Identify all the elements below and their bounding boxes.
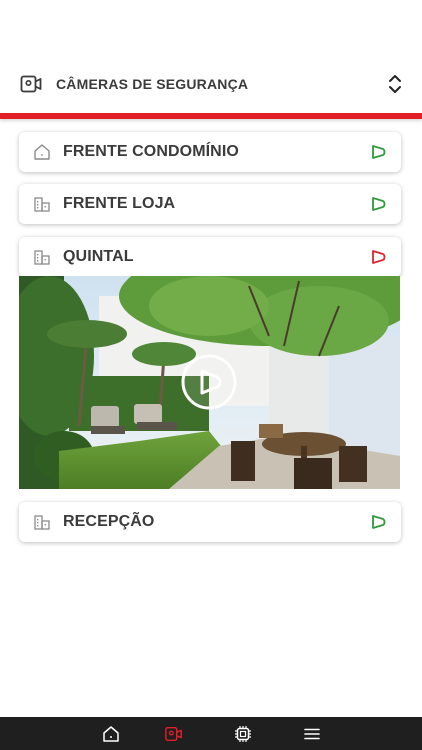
menu-icon[interactable] xyxy=(303,725,321,743)
camera-item-frente-loja[interactable]: FRENTE LOJA xyxy=(19,184,401,224)
camera-status-icon[interactable] xyxy=(369,143,387,161)
bottom-nav xyxy=(0,717,422,750)
camera-label: QUINTAL xyxy=(63,248,134,265)
building-icon xyxy=(34,515,50,530)
camera-label: RECEPÇÃO xyxy=(63,513,155,530)
camera-item-frente-condominio[interactable]: FRENTE CONDOMÍNIO xyxy=(19,132,401,172)
building-icon xyxy=(34,197,50,212)
camera-preview[interactable] xyxy=(19,276,400,489)
camera-status-icon[interactable] xyxy=(369,513,387,531)
accent-divider xyxy=(0,113,422,119)
camera-icon[interactable] xyxy=(165,725,183,743)
building-icon xyxy=(34,250,50,265)
camera-group-selector[interactable]: CÂMERAS DE SEGURANÇA xyxy=(20,68,402,100)
camera-item-recepcao[interactable]: RECEPÇÃO xyxy=(19,502,401,542)
chip-icon[interactable] xyxy=(234,725,252,743)
play-icon[interactable] xyxy=(181,354,237,410)
camera-label: FRENTE CONDOMÍNIO xyxy=(63,143,239,160)
app-header: CÂMERAS DE SEGURANÇA xyxy=(0,0,422,116)
home-icon[interactable] xyxy=(102,725,120,743)
camera-status-icon[interactable] xyxy=(369,248,387,266)
chevron-up-down-icon[interactable] xyxy=(388,73,402,95)
camera-icon xyxy=(20,75,42,93)
house-icon xyxy=(34,144,50,160)
page-title: CÂMERAS DE SEGURANÇA xyxy=(56,76,249,92)
camera-label: FRENTE LOJA xyxy=(63,195,176,212)
camera-status-icon[interactable] xyxy=(369,195,387,213)
camera-item-quintal[interactable]: QUINTAL xyxy=(19,237,401,277)
